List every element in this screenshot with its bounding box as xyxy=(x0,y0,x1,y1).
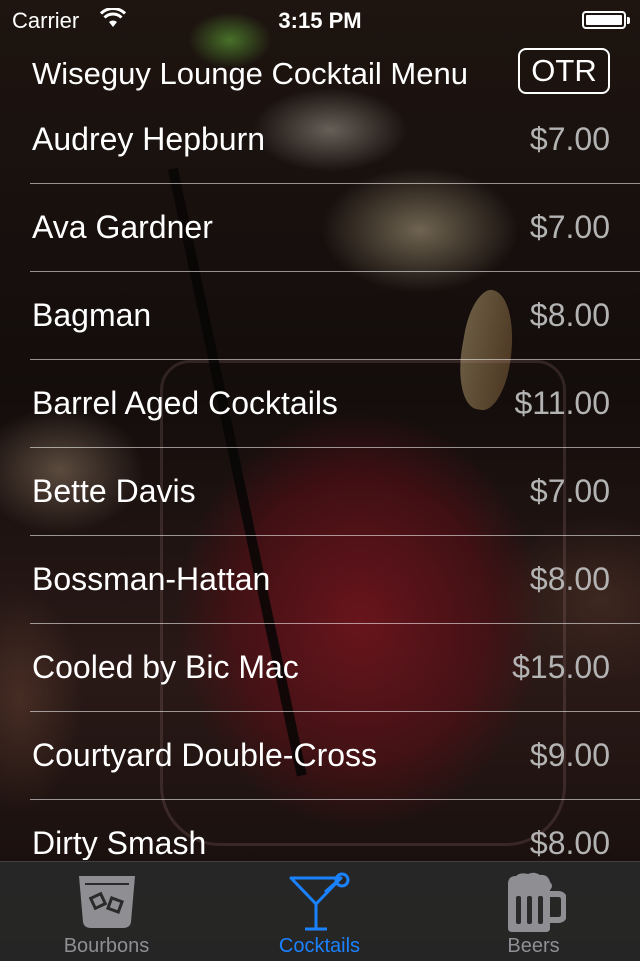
battery-icon xyxy=(582,11,630,29)
cocktail-price: $7.00 xyxy=(529,121,610,157)
cocktail-price: $9.00 xyxy=(529,737,610,773)
otr-button[interactable]: OTR xyxy=(518,48,610,94)
cocktail-name: Dirty Smash xyxy=(32,825,207,860)
cocktail-list[interactable]: Audrey Hepburn $7.00 Ava Gardner $7.00 B… xyxy=(0,96,640,860)
tab-label: Bourbons xyxy=(63,935,150,957)
status-time: 3:15 PM xyxy=(278,8,362,33)
list-item[interactable]: Ava Gardner $7.00 xyxy=(30,184,640,272)
list-item[interactable]: Audrey Hepburn $7.00 xyxy=(30,96,640,184)
beer-mug-icon xyxy=(507,872,566,932)
cocktail-price: $11.00 xyxy=(514,385,611,421)
list-item[interactable]: Bette Davis $7.00 xyxy=(30,448,640,536)
status-bar: Carrier 3:15 PM xyxy=(0,0,640,40)
bourbon-glass-icon xyxy=(78,876,135,928)
cocktail-name: Cooled by Bic Mac xyxy=(32,649,299,685)
cocktail-name: Ava Gardner xyxy=(32,209,213,245)
tab-beers[interactable]: Beers xyxy=(427,862,640,961)
list-item[interactable]: Bossman-Hattan $8.00 xyxy=(30,536,640,624)
martini-glass-icon xyxy=(289,872,349,931)
navigation-bar: Wiseguy Lounge Cocktail Menu OTR xyxy=(0,44,640,104)
cocktail-name: Courtyard Double-Cross xyxy=(32,737,378,773)
cocktail-price: $8.00 xyxy=(529,297,610,333)
cocktail-name: Audrey Hepburn xyxy=(32,121,266,157)
list-item[interactable]: Dirty Smash $8.00 xyxy=(30,800,640,860)
cocktail-price: $8.00 xyxy=(529,825,610,860)
cocktail-name: Bagman xyxy=(32,297,152,333)
tab-bar: Bourbons Cocktails Beers xyxy=(0,861,640,961)
tab-cocktails[interactable]: Cocktails xyxy=(213,862,426,961)
cocktail-price: $7.00 xyxy=(529,473,610,509)
list-item[interactable]: Courtyard Double-Cross $9.00 xyxy=(30,712,640,800)
cocktail-price: $7.00 xyxy=(529,209,610,245)
cocktail-name: Bette Davis xyxy=(32,473,196,509)
cocktail-price: $8.00 xyxy=(529,561,610,597)
page-title: Wiseguy Lounge Cocktail Menu xyxy=(32,56,468,91)
cocktail-name: Barrel Aged Cocktails xyxy=(32,385,338,421)
list-item[interactable]: Barrel Aged Cocktails $11.00 xyxy=(30,360,640,448)
cocktail-name: Bossman-Hattan xyxy=(32,561,271,597)
cocktail-price: $15.00 xyxy=(512,649,610,685)
tab-label: Beers xyxy=(507,935,560,957)
list-item[interactable]: Bagman $8.00 xyxy=(30,272,640,360)
tab-label: Cocktails xyxy=(278,935,361,957)
tab-bourbons[interactable]: Bourbons xyxy=(0,862,213,961)
list-item[interactable]: Cooled by Bic Mac $15.00 xyxy=(30,624,640,712)
